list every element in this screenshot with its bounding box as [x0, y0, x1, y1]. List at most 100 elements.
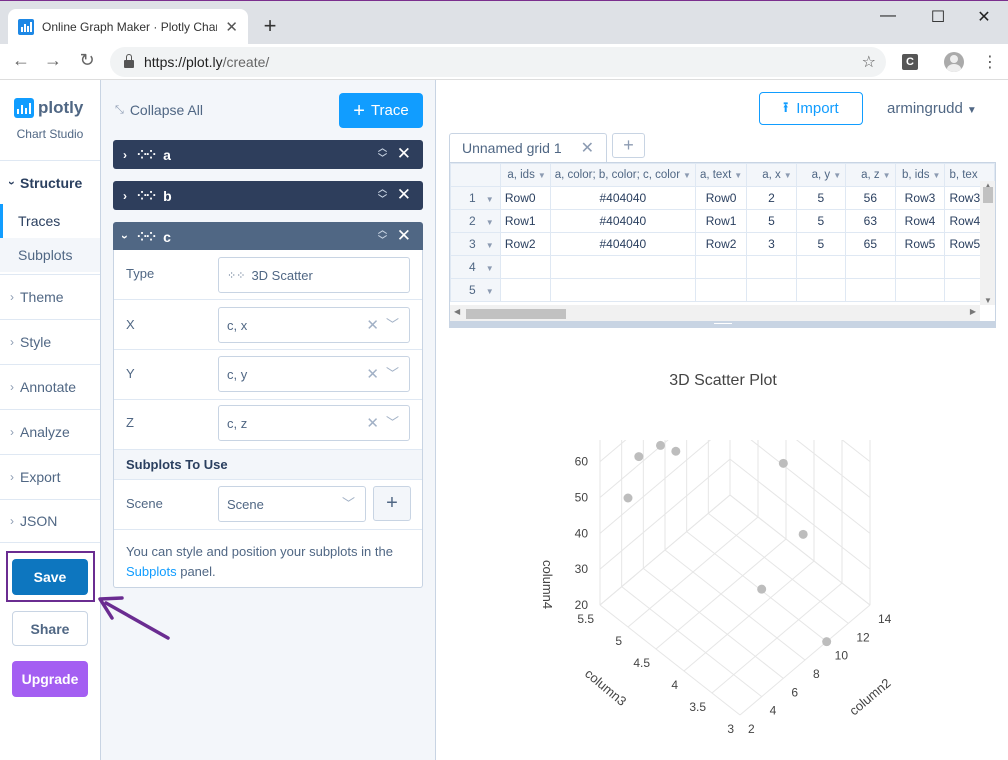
share-button[interactable]: Share — [12, 611, 88, 646]
grid-cell[interactable]: 5 — [746, 209, 797, 233]
grid-cell[interactable]: 65 — [845, 232, 896, 256]
scatter-point[interactable] — [822, 637, 832, 647]
add-trace-button[interactable]: + Trace — [339, 93, 423, 128]
x-column-select[interactable]: c, x ✕ ﹀ — [218, 307, 410, 343]
grid-cell[interactable]: 5 — [795, 209, 847, 233]
grid-cell[interactable] — [499, 255, 551, 279]
plotly-logo[interactable]: plotly — [14, 98, 83, 118]
nav-export[interactable]: › Export — [0, 454, 100, 498]
clear-icon[interactable]: ✕ — [366, 365, 379, 383]
vertical-scrollbar[interactable]: ▲ ▼ — [980, 181, 995, 305]
row-number[interactable]: 3 ▼ — [450, 232, 501, 256]
grid-cell[interactable]: 2 — [746, 186, 797, 210]
column-header[interactable]: a, y ▼ — [795, 163, 847, 187]
nav-json[interactable]: › JSON — [0, 499, 100, 543]
row-number[interactable]: 1 ▼ — [450, 186, 501, 210]
subplots-link[interactable]: Subplots — [126, 564, 177, 579]
column-header[interactable]: a, z ▼ — [845, 163, 896, 187]
scatter-point[interactable] — [623, 493, 633, 503]
scatter-point[interactable] — [656, 440, 665, 450]
reorder-icon[interactable]: ︿ ﹀ — [378, 184, 387, 204]
forward-arrow-icon[interactable]: → — [42, 50, 64, 71]
grid-cell[interactable] — [746, 255, 797, 279]
grid-cell[interactable]: Row1 — [499, 209, 551, 233]
grid-cell[interactable]: Row0 — [499, 186, 551, 210]
bookmark-star-icon[interactable]: ☆ — [862, 52, 876, 72]
scroll-right-icon[interactable]: ▶ — [970, 307, 976, 316]
grid-cell[interactable]: Row3 — [894, 186, 946, 210]
import-button[interactable]: ⭱ Import — [759, 92, 863, 125]
grid-cell[interactable] — [694, 255, 748, 279]
grid-cell[interactable]: Row2 — [694, 232, 748, 256]
trace-fold-b[interactable]: › ⁘⁘ b ︿ ﹀ ✕ — [113, 181, 423, 210]
column-header[interactable]: a, text ▼ — [694, 163, 748, 187]
grid-cell[interactable] — [499, 278, 551, 302]
add-subplot-button[interactable]: + — [373, 486, 411, 521]
scatter3d-chart[interactable]: 2030405060708033.544.555.52468101214 col… — [440, 440, 1006, 758]
close-window-button[interactable]: ✕ — [972, 7, 996, 27]
scatter-point[interactable] — [778, 458, 788, 468]
scroll-left-icon[interactable]: ◀ — [454, 307, 460, 316]
nav-analyze[interactable]: › Analyze — [0, 409, 100, 453]
scatter-point[interactable] — [671, 446, 681, 456]
grid-cell[interactable]: Row4 — [894, 209, 946, 233]
clear-icon[interactable]: ✕ — [366, 414, 379, 432]
nav-annotate[interactable]: › Annotate — [0, 364, 100, 408]
grid-cell[interactable]: #404040 — [549, 209, 696, 233]
browser-menu-icon[interactable]: ⋮ — [982, 52, 998, 72]
grid-cell[interactable]: 56 — [845, 186, 896, 210]
grid-cell[interactable] — [549, 278, 696, 302]
upgrade-button[interactable]: Upgrade — [12, 661, 88, 697]
grid-tab[interactable]: Unnamed grid 1 ✕ — [449, 133, 607, 162]
grid-cell[interactable]: Row0 — [694, 186, 748, 210]
y-column-select[interactable]: c, y ✕ ﹀ — [218, 356, 410, 392]
column-header[interactable]: a, ids ▼ — [499, 163, 551, 187]
nav-style[interactable]: › Style — [0, 319, 100, 363]
scatter-point[interactable] — [634, 452, 644, 462]
reorder-icon[interactable]: ︿ ﹀ — [378, 225, 387, 245]
collapse-all-button[interactable]: ⤡ Collapse All — [115, 102, 203, 118]
delete-trace-icon[interactable]: ✕ — [397, 144, 411, 164]
nav-structure[interactable]: › Structure — [0, 160, 100, 204]
trace-fold-a[interactable]: › ⁘⁘ a ︿ ﹀ ✕ — [113, 140, 423, 169]
close-grid-icon[interactable]: ✕ — [581, 138, 594, 158]
row-number[interactable]: 5 ▼ — [450, 278, 501, 302]
reload-icon[interactable]: ↻ — [76, 50, 98, 71]
row-number[interactable]: 2 ▼ — [450, 209, 501, 233]
extension-icon[interactable]: C — [902, 54, 918, 70]
column-header[interactable]: a, color; b, color; c, color ▼ — [549, 163, 696, 187]
scroll-thumb[interactable] — [983, 187, 993, 203]
scroll-thumb[interactable] — [466, 309, 566, 319]
column-header[interactable]: a, x ▼ — [746, 163, 797, 187]
delete-trace-icon[interactable]: ✕ — [397, 226, 411, 246]
grid-cell[interactable]: #404040 — [549, 232, 696, 256]
maximize-window-button[interactable]: ☐ — [926, 7, 950, 27]
save-button[interactable]: Save — [12, 559, 88, 595]
scroll-down-icon[interactable]: ▼ — [984, 296, 992, 305]
scatter-point[interactable] — [798, 529, 808, 539]
row-number[interactable]: 4 ▼ — [450, 255, 501, 279]
grid-cell[interactable] — [894, 255, 946, 279]
z-column-select[interactable]: c, z ✕ ﹀ — [218, 405, 410, 441]
nav-sub-subplots[interactable]: Subplots — [0, 238, 100, 272]
horizontal-scrollbar[interactable]: ◀ ▶ — [450, 305, 980, 321]
grid-cell[interactable]: #404040 — [549, 186, 696, 210]
address-bar[interactable]: https://plot.ly/create/ ☆ — [110, 47, 886, 77]
chevron-down-icon[interactable]: ﹀ — [342, 493, 355, 512]
new-tab-button[interactable]: + — [258, 13, 282, 39]
grid-cell[interactable]: 3 — [746, 232, 797, 256]
grid-cell[interactable] — [694, 278, 748, 302]
trace-fold-c[interactable]: › ⁘⁘ c ︿ ﹀ ✕ — [113, 222, 423, 251]
close-tab-icon[interactable]: ✕ — [225, 18, 238, 36]
trace-type-selector[interactable]: ⁘⁘ 3D Scatter — [218, 257, 410, 293]
chevron-down-icon[interactable]: ﹀ — [386, 314, 399, 333]
grid-cell[interactable] — [845, 255, 896, 279]
grid-cell[interactable] — [795, 278, 847, 302]
grid-cell[interactable] — [795, 255, 847, 279]
back-arrow-icon[interactable]: ← — [10, 50, 32, 71]
profile-avatar-icon[interactable] — [944, 52, 964, 72]
scatter-point[interactable] — [757, 584, 767, 594]
browser-tab[interactable]: Online Graph Maker · Plotly Char ✕ — [8, 9, 248, 45]
minimize-window-button[interactable]: — — [876, 7, 900, 25]
nav-sub-traces[interactable]: Traces — [0, 204, 100, 238]
